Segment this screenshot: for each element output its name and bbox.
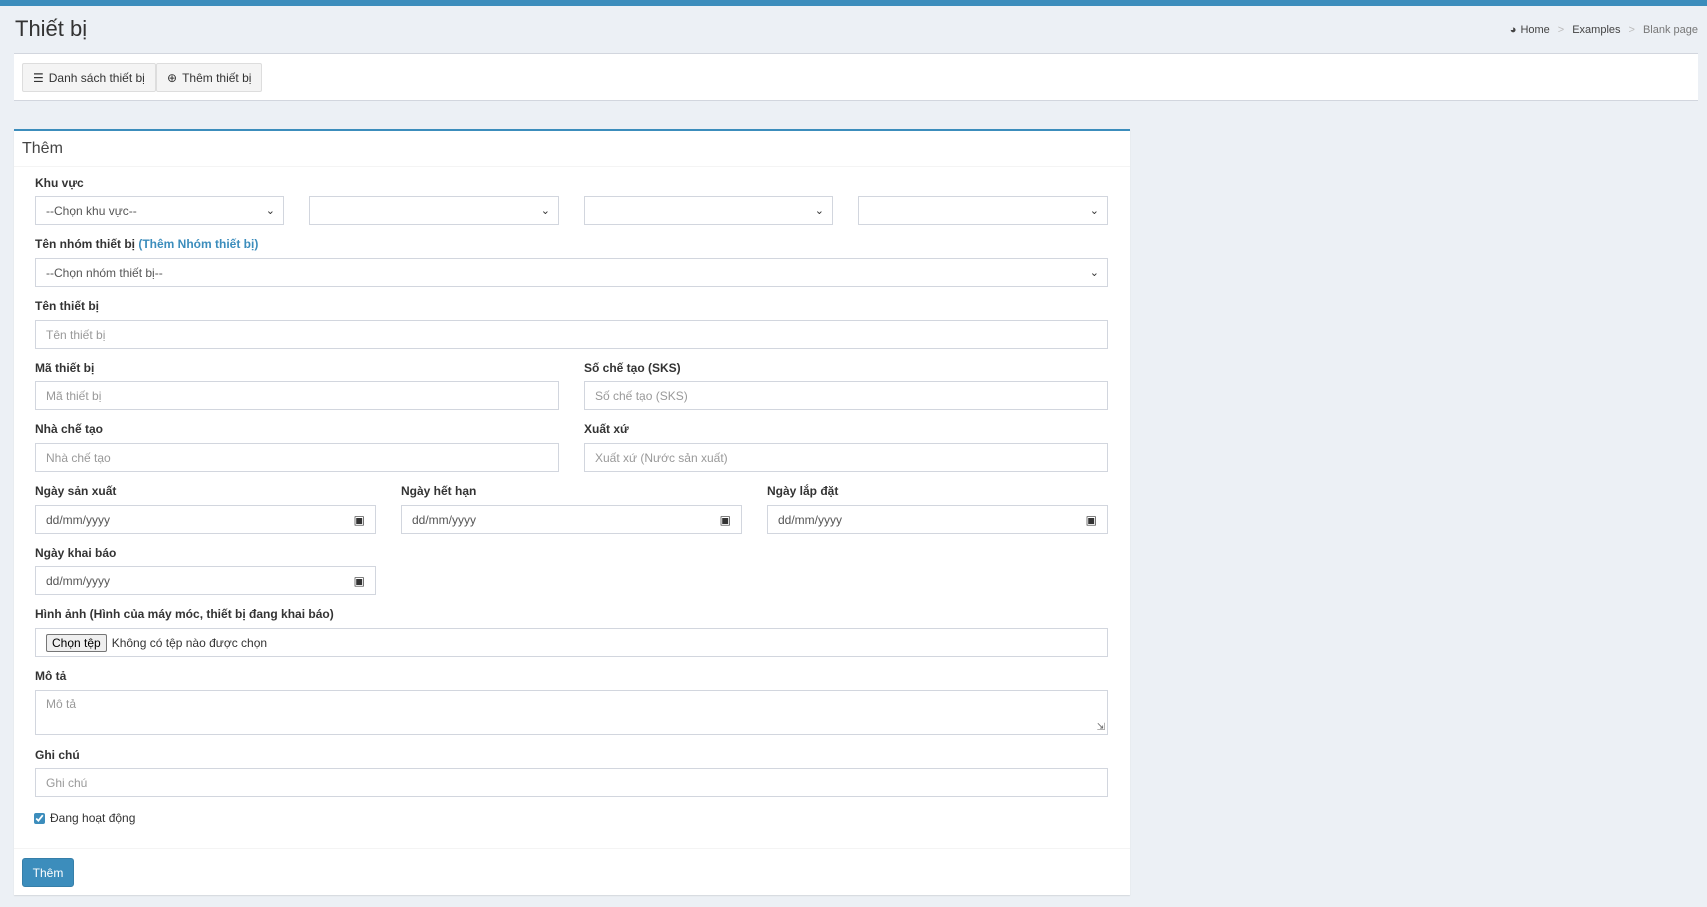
breadcrumb-home[interactable]: Home (1520, 24, 1549, 36)
breadcrumb-separator: > (1628, 24, 1635, 36)
declaration-date-input[interactable]: dd/mm/yyyy ▣ (35, 566, 376, 595)
description-label: Mô tả (35, 669, 67, 683)
description-textarea[interactable]: Mô tả ⇲ (35, 690, 1108, 735)
page-title: Thiết bị (15, 16, 88, 41)
device-code-label: Mã thiết bị (35, 361, 95, 375)
calendar-icon[interactable]: ▣ (354, 574, 365, 588)
breadcrumb-examples[interactable]: Examples (1572, 24, 1620, 36)
area-select-4[interactable]: ⌄ (858, 196, 1108, 225)
chevron-down-icon: ⌄ (1089, 267, 1099, 279)
box-title: Thêm (14, 131, 1130, 167)
device-name-label: Tên thiết bị (35, 299, 99, 313)
area-label: Khu vực (35, 176, 84, 190)
calendar-icon[interactable]: ▣ (354, 513, 365, 527)
add-device-group-link[interactable]: (Thêm Nhóm thiết bị) (138, 237, 258, 251)
add-device-button[interactable]: ⊕ Thêm thiết bị (156, 63, 263, 92)
box-footer: Thêm (14, 848, 1130, 895)
device-list-button[interactable]: ☰ Danh sách thiết bị (22, 63, 156, 92)
area-select-2[interactable]: ⌄ (309, 196, 559, 225)
device-name-input[interactable]: Tên thiết bị (35, 320, 1108, 349)
chevron-down-icon: ⌄ (1089, 205, 1099, 217)
origin-label: Xuất xứ (584, 422, 629, 436)
install-date-value: dd/mm/yyyy (778, 512, 843, 527)
plus-circle-icon: ⊕ (167, 70, 178, 85)
breadcrumb-current: Blank page (1642, 24, 1698, 36)
area-select-1-value: --Chọn khu vực-- (46, 203, 137, 218)
chevron-down-icon: ⌄ (540, 205, 550, 217)
chevron-down-icon: ⌄ (265, 205, 275, 217)
serial-input[interactable]: Số chế tạo (SKS) (584, 381, 1108, 410)
list-icon: ☰ (33, 70, 44, 85)
image-file-input[interactable]: Chọn tệp Không có tệp nào được chọn (35, 628, 1108, 657)
note-input[interactable]: Ghi chú (35, 768, 1108, 797)
resize-handle-icon[interactable]: ⇲ (1097, 722, 1105, 733)
manufacturer-label: Nhà chế tạo (35, 422, 104, 436)
device-list-label: Danh sách thiết bị (48, 70, 145, 85)
expiry-date-input[interactable]: dd/mm/yyyy ▣ (401, 505, 742, 534)
production-date-label: Ngày sản xuất (35, 484, 117, 498)
manufacturer-input[interactable]: Nhà chế tạo (35, 443, 559, 472)
toolbar: ☰ Danh sách thiết bị ⊕ Thêm thiết bị (14, 53, 1698, 101)
install-date-input[interactable]: dd/mm/yyyy ▣ (767, 505, 1108, 534)
device-group-select-value: --Chọn nhóm thiết bị-- (46, 265, 163, 280)
choose-file-button[interactable]: Chọn tệp (46, 633, 107, 652)
origin-input[interactable]: Xuất xứ (Nước sản xuất) (584, 443, 1108, 472)
submit-button[interactable]: Thêm (22, 858, 74, 887)
serial-label: Số chế tạo (SKS) (584, 361, 681, 375)
dashboard-icon: ◕ (1509, 24, 1517, 36)
device-group-select[interactable]: --Chọn nhóm thiết bị-- ⌄ (35, 258, 1108, 287)
breadcrumb: ◕ Home > Examples > Blank page (1510, 24, 1698, 36)
calendar-icon[interactable]: ▣ (1086, 513, 1097, 527)
declaration-date-label: Ngày khai báo (35, 546, 117, 560)
declaration-date-value: dd/mm/yyyy (46, 573, 111, 588)
file-status-text: Không có tệp nào được chọn (111, 635, 268, 650)
active-checkbox-row[interactable]: Đang hoạt động (34, 811, 135, 825)
device-code-input[interactable]: Mã thiết bị (35, 381, 559, 410)
production-date-value: dd/mm/yyyy (46, 512, 111, 527)
calendar-icon[interactable]: ▣ (720, 513, 731, 527)
note-label: Ghi chú (35, 748, 80, 762)
description-placeholder: Mô tả (46, 697, 77, 711)
install-date-label: Ngày lắp đặt (767, 484, 839, 498)
device-group-label: Tên nhóm thiết bị (Thêm Nhóm thiết bị) (35, 237, 258, 251)
chevron-down-icon: ⌄ (814, 205, 824, 217)
production-date-input[interactable]: dd/mm/yyyy ▣ (35, 505, 376, 534)
image-label: Hình ảnh (Hình của máy móc, thiết bị đan… (35, 607, 334, 621)
top-accent-bar (0, 0, 1707, 6)
device-group-label-text: Tên nhóm thiết bị (35, 237, 135, 251)
area-select-3[interactable]: ⌄ (584, 196, 833, 225)
breadcrumb-separator: > (1557, 24, 1565, 36)
expiry-date-value: dd/mm/yyyy (412, 512, 477, 527)
expiry-date-label: Ngày hết hạn (401, 484, 477, 498)
active-checkbox-label: Đang hoạt động (50, 811, 136, 825)
area-select-1[interactable]: --Chọn khu vực-- ⌄ (35, 196, 284, 225)
add-device-label: Thêm thiết bị (182, 70, 252, 85)
active-checkbox[interactable] (34, 812, 45, 824)
